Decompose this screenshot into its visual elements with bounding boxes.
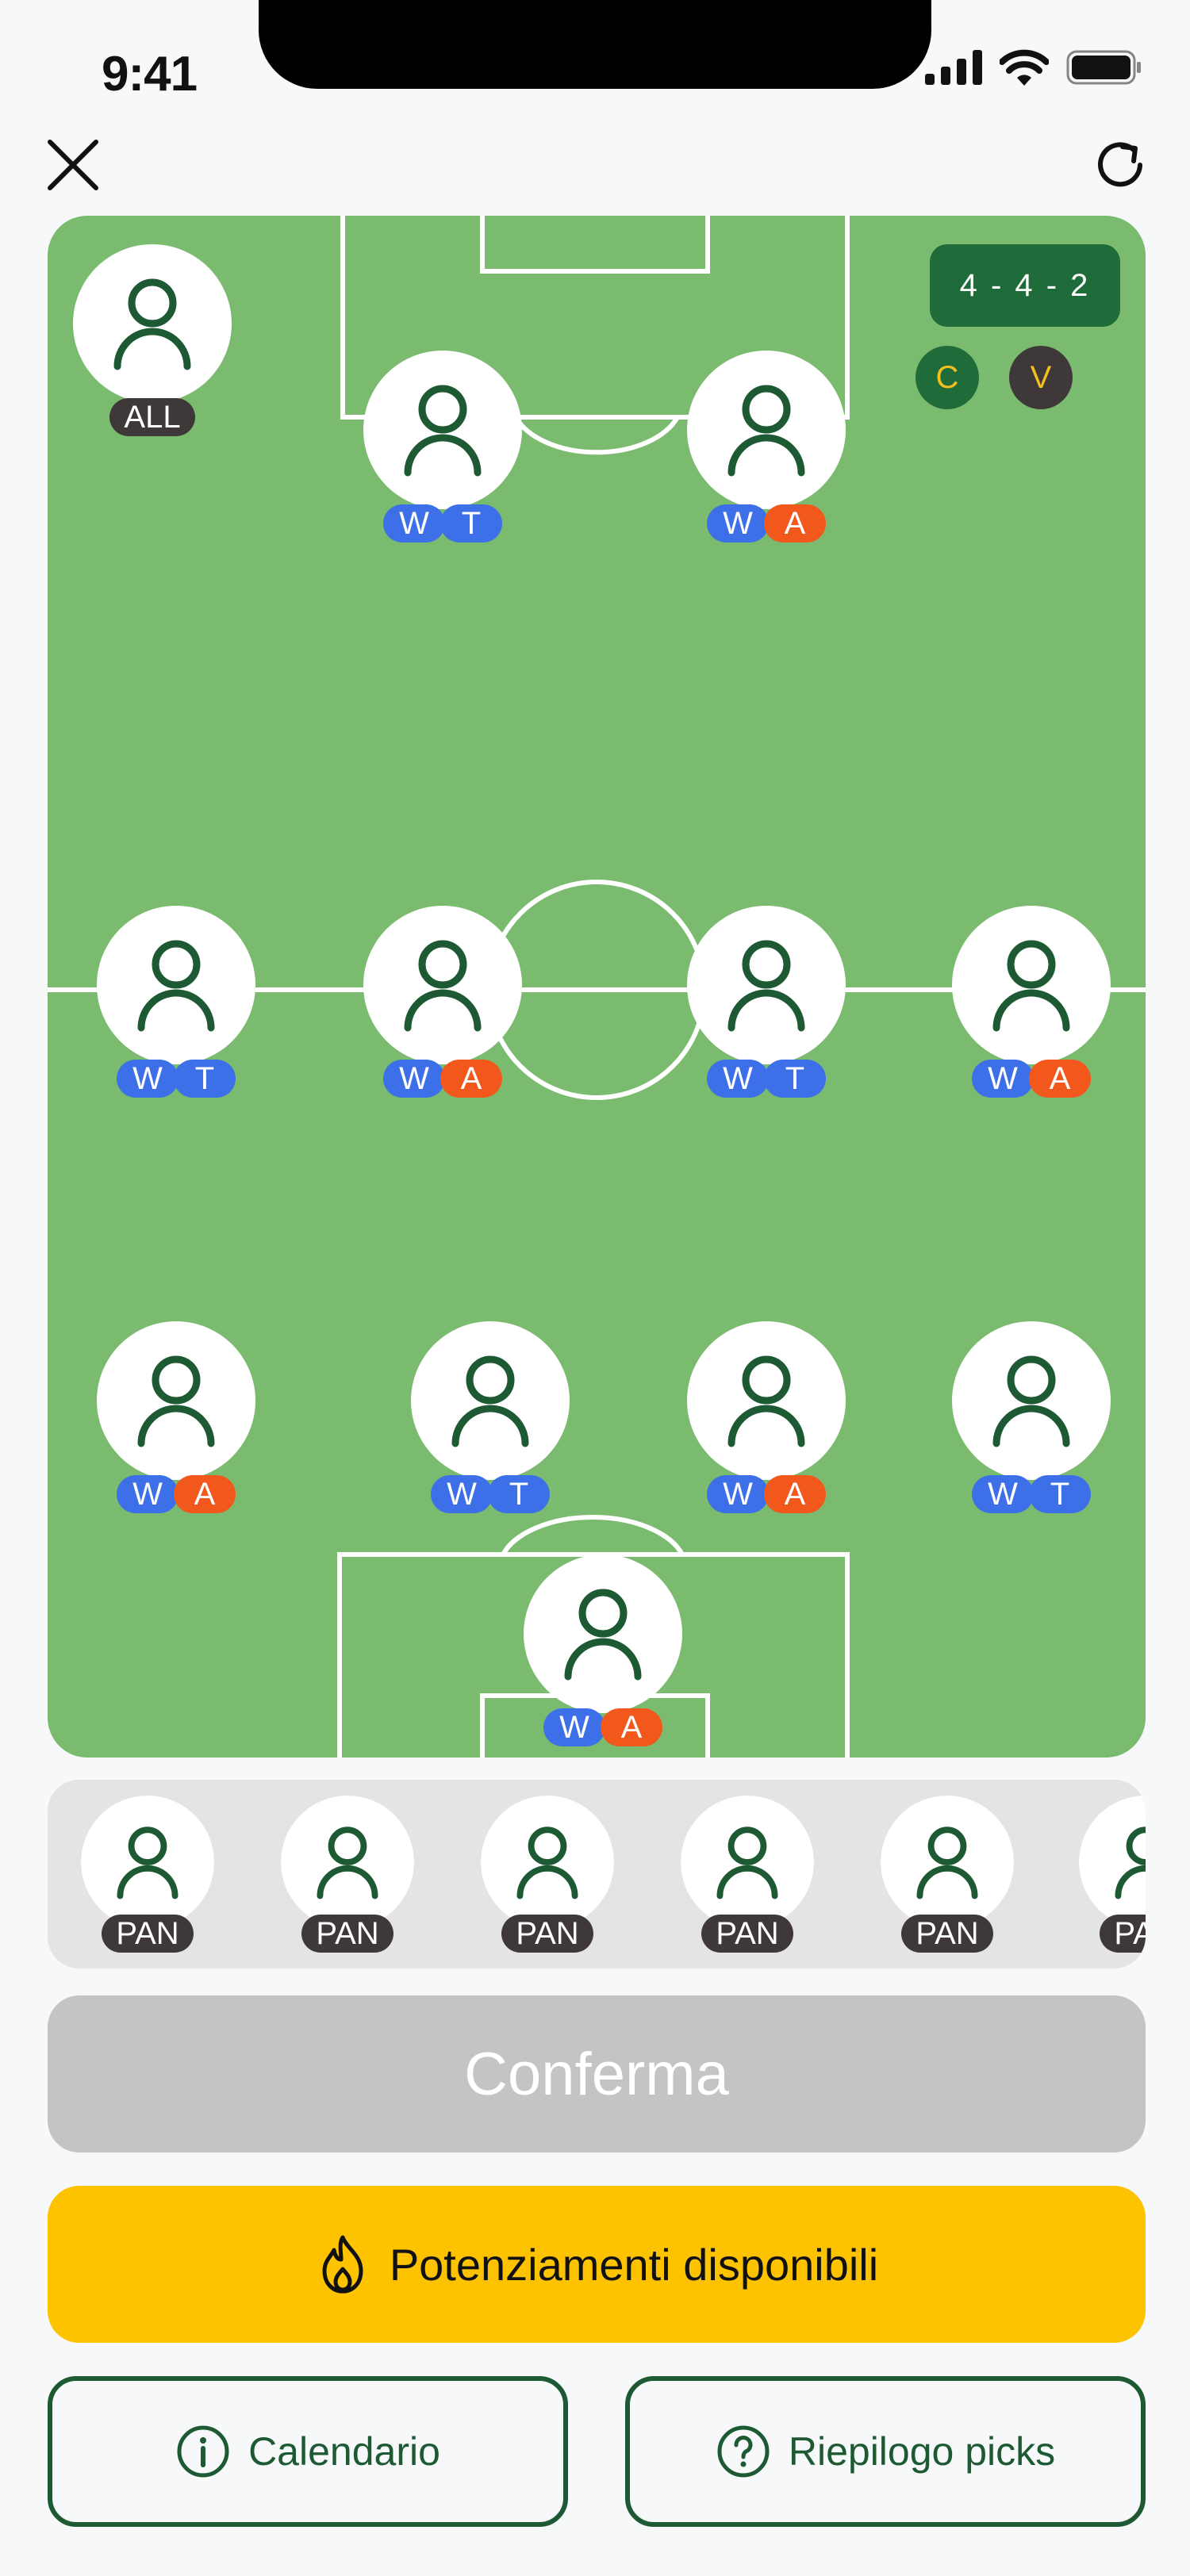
player-tag: W [543,1708,605,1746]
player-tag: T [488,1475,550,1513]
bench-tag: PAN [501,1915,593,1953]
player-slot[interactable]: WA [685,1321,847,1528]
player-tag: W [117,1475,178,1513]
coach-tag: ALL [109,398,195,436]
user-icon [113,278,191,370]
user-icon [1115,1827,1146,1899]
confirm-label: Conferma [464,2040,729,2108]
refresh-button[interactable] [1087,132,1154,198]
player-slot[interactable]: WA [362,906,524,1112]
player-tag: A [440,1060,502,1098]
picks-summary-button[interactable]: Riepilogo picks [625,2376,1146,2527]
picks-summary-label: Riepilogo picks [788,2429,1056,2474]
user-icon [117,1827,178,1899]
boosts-button[interactable]: Potenziamenti disponibili [48,2186,1146,2343]
player-slot[interactable]: WT [685,906,847,1112]
boosts-label: Potenziamenti disponibili [389,2239,879,2290]
player-slot[interactable]: WT [362,351,524,557]
player-tag: A [601,1708,662,1746]
formation-selector[interactable]: 4 - 4 - 2 [930,244,1120,327]
bench-player[interactable]: PAN [1079,1796,1146,1954]
user-icon [404,385,482,477]
user-icon [992,940,1070,1032]
bench-player[interactable]: PAN [281,1796,414,1954]
signal-icon [925,50,982,85]
football-pitch: ALL 4 - 4 - 2 C V WT WA WT WA WT WA WA W… [48,216,1146,1758]
bench-player[interactable]: PAN [481,1796,614,1954]
bench-tag: PAN [102,1915,194,1953]
player-tag: T [440,504,502,542]
player-tag: W [383,504,445,542]
player-tag: A [174,1475,236,1513]
battery-icon [1066,50,1141,85]
player-tag: A [764,504,826,542]
close-button[interactable] [40,132,106,198]
bench-strip[interactable]: PAN PAN PAN PAN PAN PAN [48,1780,1146,1968]
user-icon [727,385,805,477]
player-tag: W [431,1475,493,1513]
flame-icon [322,2235,363,2294]
close-icon [48,140,98,190]
help-icon [717,2425,770,2478]
player-tag: T [174,1060,236,1098]
player-slot[interactable]: WA [685,351,847,557]
player-tag: A [764,1475,826,1513]
status-time: 9:41 [102,47,198,102]
coach-slot[interactable]: ALL [71,244,233,450]
status-icons [925,49,1142,86]
user-icon [992,1355,1070,1447]
bench-tag: PAN [701,1915,793,1953]
player-tag: T [764,1060,826,1098]
user-icon [317,1827,378,1899]
user-icon [451,1355,529,1447]
player-slot[interactable]: WA [950,906,1112,1112]
user-icon [716,1827,778,1899]
player-tag: W [383,1060,445,1098]
user-icon [137,1355,215,1447]
player-tag: W [707,1060,769,1098]
player-tag: W [117,1060,178,1098]
goalkeeper-slot[interactable]: WA [522,1554,684,1758]
player-tag: W [707,504,769,542]
user-icon [916,1827,978,1899]
player-slot[interactable]: WT [950,1321,1112,1528]
player-tag: A [1029,1060,1091,1098]
player-tag: W [972,1475,1034,1513]
user-icon [516,1827,578,1899]
info-icon [177,2425,229,2478]
bench-player[interactable]: PAN [881,1796,1014,1954]
wifi-icon [1000,49,1049,86]
bench-player[interactable]: PAN [681,1796,814,1954]
calendar-button[interactable]: Calendario [48,2376,568,2527]
player-tag: W [707,1475,769,1513]
player-slot[interactable]: WT [95,906,257,1112]
user-icon [727,940,805,1032]
bench-tag: PAN [1100,1915,1146,1953]
user-icon [564,1589,642,1681]
player-slot[interactable]: WT [409,1321,571,1528]
player-tag: T [1029,1475,1091,1513]
device-notch [259,0,931,89]
confirm-button[interactable]: Conferma [48,1995,1146,2152]
player-slot[interactable]: WA [95,1321,257,1528]
bench-tag: PAN [901,1915,993,1953]
bench-tag: PAN [301,1915,393,1953]
player-tag: W [972,1060,1034,1098]
vice-captain-badge[interactable]: V [1009,346,1073,409]
refresh-icon [1098,142,1142,187]
captain-badge[interactable]: C [916,346,979,409]
user-icon [727,1355,805,1447]
calendar-label: Calendario [248,2429,440,2474]
user-icon [404,940,482,1032]
user-icon [137,940,215,1032]
bench-player[interactable]: PAN [81,1796,214,1954]
